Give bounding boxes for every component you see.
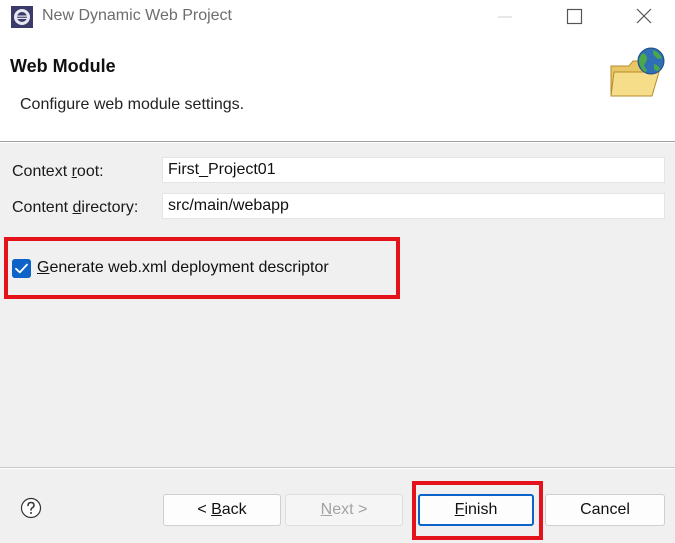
folder-globe-icon: [610, 47, 665, 97]
context-root-label-rest: oot:: [76, 163, 104, 180]
title-bar: New Dynamic Web Project: [0, 0, 675, 34]
eclipse-icon: [11, 6, 33, 28]
finish-button-label: inish: [464, 501, 498, 518]
back-button-label: ack: [221, 501, 247, 518]
context-root-label: Context root:: [12, 163, 104, 181]
page-title: Web Module: [10, 56, 116, 76]
finish-button-mnemonic: F: [454, 501, 465, 518]
generate-descriptor-mnemonic: G: [37, 259, 50, 276]
content-directory-label: Content directory:: [12, 199, 138, 217]
wizard-header: Web Module Configure web module settings…: [0, 34, 675, 141]
back-button-mnemonic: B: [211, 501, 222, 518]
context-root-label-text: Context: [12, 163, 72, 180]
help-icon[interactable]: [20, 497, 42, 519]
generate-descriptor-label-text: enerate web.xml deployment descriptor: [49, 259, 329, 276]
button-bar-divider-highlight: [0, 468, 675, 469]
context-root-field[interactable]: [162, 157, 665, 183]
minimize-icon[interactable]: [482, 0, 528, 34]
back-button[interactable]: < Back: [163, 494, 281, 526]
maximize-icon[interactable]: [550, 0, 596, 34]
next-button-label: ext >: [332, 501, 368, 518]
next-button[interactable]: Next >: [285, 494, 403, 526]
next-button-mnemonic: N: [320, 501, 333, 518]
close-icon[interactable]: [618, 0, 664, 34]
cancel-button[interactable]: Cancel: [545, 494, 665, 526]
window-title: New Dynamic Web Project: [42, 7, 232, 24]
content-directory-label-text: Content: [12, 199, 73, 216]
content-directory-label-rest: irectory:: [81, 199, 139, 216]
header-divider-highlight: [0, 142, 675, 143]
generate-descriptor-label: Generate web.xml deployment descriptor: [37, 259, 329, 277]
finish-button[interactable]: Finish: [418, 494, 534, 526]
generate-descriptor-checkbox[interactable]: [12, 259, 31, 278]
content-directory-field[interactable]: [162, 193, 665, 219]
page-description: Configure web module settings.: [20, 96, 245, 113]
back-button-arrow: <: [197, 501, 212, 518]
